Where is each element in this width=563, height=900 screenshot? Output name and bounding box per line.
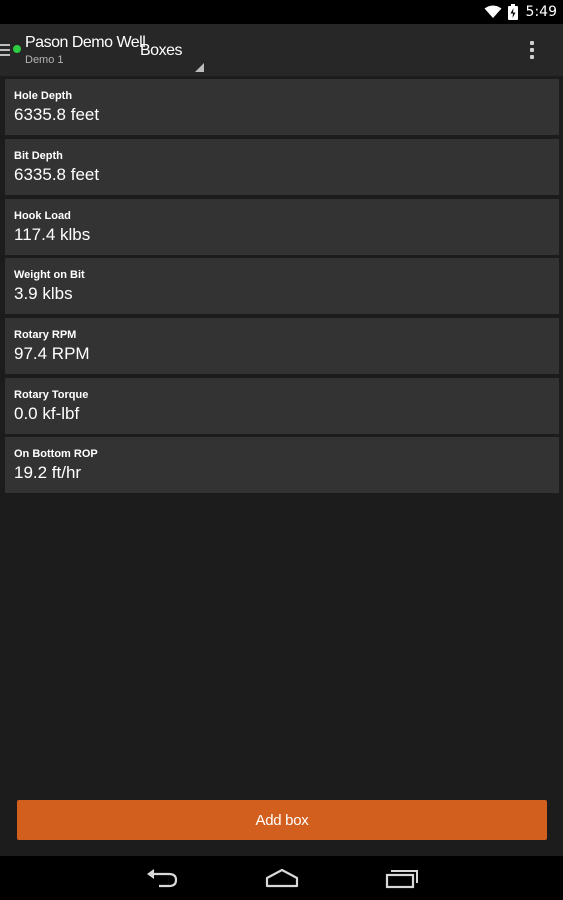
data-box-hole-depth[interactable]: Hole Depth 6335.8 feet xyxy=(5,79,559,135)
status-bar: 5:49 xyxy=(0,0,563,24)
box-title: Weight on Bit xyxy=(14,269,85,281)
box-value: 6335.8 feet xyxy=(14,165,100,184)
data-box-rotary-rpm[interactable]: Rotary RPM 97.4 RPM xyxy=(5,318,559,374)
data-box-on-bottom-rop[interactable]: On Bottom ROP 19.2 ft/hr xyxy=(5,437,559,493)
battery-icon xyxy=(507,4,518,20)
box-value: 6335.8 feet xyxy=(14,105,100,124)
back-icon[interactable] xyxy=(142,864,182,892)
box-value: 0.0 kf-lbf xyxy=(14,404,80,423)
box-value: 3.9 klbs xyxy=(14,284,73,303)
connection-status-indicator xyxy=(13,45,21,53)
box-title: Hook Load xyxy=(14,210,71,222)
box-title: Hole Depth xyxy=(14,90,73,102)
box-title: Rotary Torque xyxy=(14,389,89,401)
box-title: On Bottom ROP xyxy=(14,448,98,460)
recent-apps-icon[interactable] xyxy=(382,864,422,892)
status-time: 5:49 xyxy=(525,4,557,20)
data-box-weight-on-bit[interactable]: Weight on Bit 3.9 klbs xyxy=(5,258,559,314)
hamburger-menu-icon[interactable] xyxy=(0,43,10,57)
data-box-bit-depth[interactable]: Bit Depth 6335.8 feet xyxy=(5,139,559,195)
box-title: Rotary RPM xyxy=(14,329,77,341)
view-selector-dropdown[interactable]: Boxes xyxy=(138,38,206,72)
dropdown-corner-icon xyxy=(195,63,204,72)
box-value: 19.2 ft/hr xyxy=(14,463,82,482)
data-box-rotary-torque[interactable]: Rotary Torque 0.0 kf-lbf xyxy=(5,378,559,434)
home-icon[interactable] xyxy=(262,864,302,892)
data-box-hook-load[interactable]: Hook Load 117.4 klbs xyxy=(5,199,559,255)
well-name[interactable]: Pason Demo Well xyxy=(25,34,146,52)
add-box-button[interactable]: Add box xyxy=(17,800,547,840)
view-selector-label: Boxes xyxy=(140,42,182,59)
navigation-bar xyxy=(0,856,563,900)
wifi-icon xyxy=(484,5,502,18)
box-title: Bit Depth xyxy=(14,150,63,162)
more-vertical-icon[interactable] xyxy=(520,38,544,62)
well-subtitle: Demo 1 xyxy=(25,54,64,66)
box-value: 117.4 klbs xyxy=(14,225,91,244)
action-bar: Pason Demo Well Demo 1 Boxes xyxy=(0,24,563,76)
box-value: 97.4 RPM xyxy=(14,344,90,363)
